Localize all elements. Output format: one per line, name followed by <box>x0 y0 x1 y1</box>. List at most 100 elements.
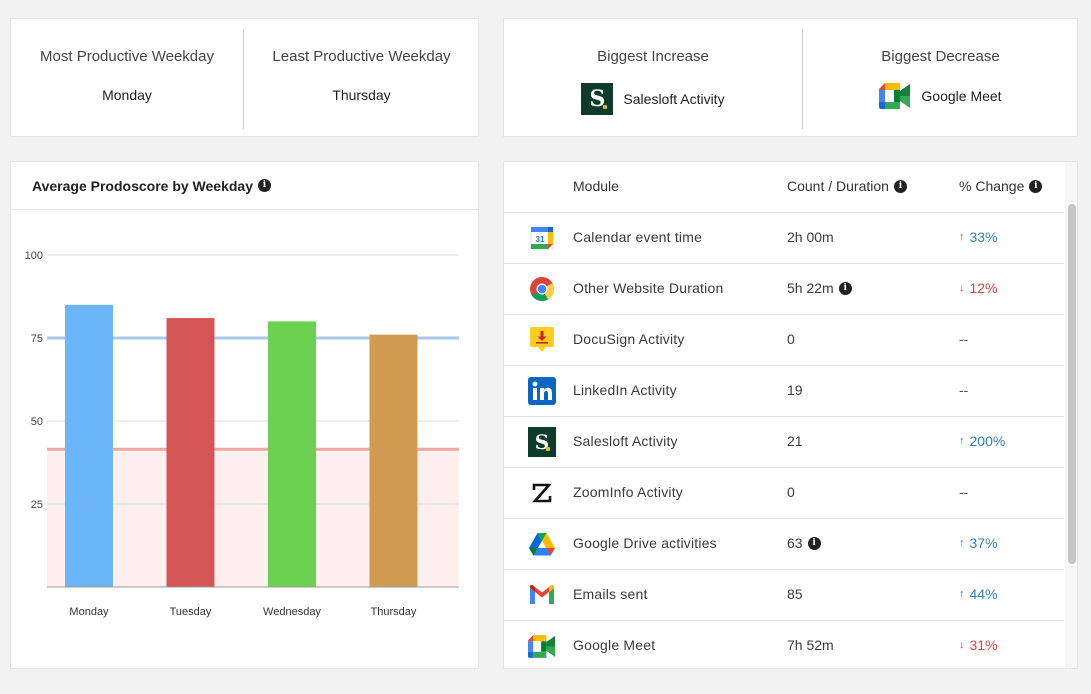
salesloft-icon: S <box>581 83 614 115</box>
percent-change: ↑ 33% <box>959 229 998 245</box>
y-tick-label: 25 <box>31 499 43 511</box>
count-duration: 2h 00m <box>787 229 834 245</box>
arrow-down-icon: ↓ <box>959 282 965 294</box>
count-duration: 0 <box>787 484 795 500</box>
chrome-icon <box>528 275 556 303</box>
count-duration-value: 19 <box>787 382 803 398</box>
table-row[interactable]: Google Meet 7h 52m ↓ 31% <box>504 621 1064 668</box>
info-icon[interactable]: i <box>1029 179 1043 193</box>
least-productive-label: Least Productive Weekday <box>272 48 451 65</box>
bar-monday <box>65 304 113 587</box>
percent-change: ↓ 31% <box>959 637 998 653</box>
info-icon[interactable]: i <box>258 179 271 192</box>
biggest-increase-label: Biggest Increase <box>597 48 709 65</box>
count-duration-value: 0 <box>787 484 795 500</box>
percent-change-value: 31% <box>969 637 998 653</box>
chart-title: Average Prodoscore by Weekday <box>32 177 253 194</box>
gmail-icon <box>528 581 556 609</box>
percent-change-value: -- <box>959 331 969 347</box>
y-tick-label: 100 <box>25 250 43 262</box>
table-row[interactable]: Emails sent 85 ↑ 44% <box>504 570 1064 621</box>
count-duration: 7h 52m <box>787 637 834 653</box>
percent-change: -- <box>959 484 968 500</box>
x-tick-label: Wednesday <box>263 606 321 618</box>
percent-change: -- <box>959 382 968 398</box>
info-icon[interactable]: i <box>838 281 852 295</box>
arrow-up-icon: ↑ <box>959 231 965 243</box>
module-name: LinkedIn Activity <box>573 382 677 398</box>
x-tick-label: Monday <box>69 606 109 618</box>
count-duration: 5h 22m i <box>787 280 852 296</box>
google-meet-icon <box>879 83 911 109</box>
percent-change: ↓ 12% <box>959 280 998 296</box>
x-tick-label: Thursday <box>371 606 417 618</box>
biggest-increase-app: S Salesloft Activity <box>504 83 802 115</box>
count-duration: 19 <box>787 382 803 398</box>
linkedin-icon <box>528 377 556 405</box>
prodoscore-bar-chart: 25 50 75 100 Monday Tuesday Wednesday Thursday <box>25 250 459 618</box>
info-icon[interactable]: i <box>893 179 907 193</box>
percent-change-value: 33% <box>969 229 998 245</box>
count-duration: 21 <box>787 433 803 449</box>
percent-change-value: 12% <box>969 280 998 296</box>
y-tick-label: 75 <box>31 333 43 345</box>
module-name: Google Meet <box>573 637 656 653</box>
most-productive-value: Monday <box>102 87 152 103</box>
arrow-up-icon: ↑ <box>959 435 965 447</box>
column-header-count-label: Count / Duration <box>787 178 889 194</box>
count-duration-value: 2h 00m <box>787 229 834 245</box>
biggest-increase: Biggest Increase S Salesloft Activity <box>504 19 802 136</box>
svg-text:31: 31 <box>536 235 545 244</box>
percent-change-value: 44% <box>969 586 998 602</box>
info-icon[interactable]: i <box>807 536 821 550</box>
bar-wednesday <box>268 321 316 587</box>
count-duration-value: 85 <box>787 586 803 602</box>
table-row[interactable]: LinkedIn Activity 19 -- <box>504 366 1064 417</box>
table-row[interactable]: S Salesloft Activity 21 ↑ 200% <box>504 417 1064 468</box>
biggest-decrease-app-name: Google Meet <box>921 88 1002 104</box>
bar-thursday <box>369 334 418 587</box>
count-duration-value: 7h 52m <box>787 637 834 653</box>
scrollbar-thumb[interactable] <box>1068 204 1076 564</box>
module-name: ZoomInfo Activity <box>573 484 683 500</box>
bar-tuesday <box>166 318 215 587</box>
column-header-module-label: Module <box>573 178 619 194</box>
least-productive-value: Thursday <box>332 87 391 103</box>
table-row[interactable]: ZoomInfo Activity 0 -- <box>504 468 1064 519</box>
most-productive-label: Most Productive Weekday <box>40 48 214 65</box>
module-name: Calendar event time <box>573 229 703 245</box>
biggest-increase-app-name: Salesloft Activity <box>623 91 725 107</box>
change-stats-card: Biggest Increase S Salesloft Activity Bi… <box>503 18 1078 137</box>
table-row[interactable]: Other Website Duration 5h 22m i ↓ 12% <box>504 264 1064 315</box>
count-duration: 0 <box>787 331 795 347</box>
y-tick-label: 50 <box>31 416 43 428</box>
module-table-card: Module Count / Duration i % Change i 31 Cal… <box>503 161 1078 669</box>
zoominfo-icon <box>528 479 556 507</box>
biggest-decrease-label: Biggest Decrease <box>881 48 1000 65</box>
table-row[interactable]: DocuSign Activity 0 -- <box>504 315 1064 366</box>
count-duration-value: 0 <box>787 331 795 347</box>
percent-change: ↑ 200% <box>959 433 1005 449</box>
prodoscore-chart-card: Average Prodoscore by Weekday i 25 50 75 10… <box>10 161 479 669</box>
chart-header: Average Prodoscore by Weekday i <box>11 162 478 210</box>
google-meet-icon <box>528 632 556 660</box>
count-duration-value: 5h 22m <box>787 280 834 296</box>
module-name: DocuSign Activity <box>573 331 685 347</box>
table-row[interactable]: 31 Calendar event time 2h 00m ↑ 33% <box>504 213 1064 264</box>
arrow-down-icon: ↓ <box>959 639 965 651</box>
count-duration: 85 <box>787 586 803 602</box>
x-tick-label: Tuesday <box>170 606 212 618</box>
calendar-icon: 31 <box>528 224 556 252</box>
percent-change-value: -- <box>959 484 969 500</box>
arrow-up-icon: ↑ <box>959 537 965 549</box>
count-duration-value: 63 <box>787 535 803 551</box>
column-header-change: % Change i <box>959 178 1043 194</box>
table-header: Module Count / Duration i % Change i <box>504 162 1064 213</box>
count-duration: 63 i <box>787 535 821 551</box>
module-name: Google Drive activities <box>573 535 717 551</box>
module-name: Emails sent <box>573 586 648 602</box>
percent-change: ↑ 44% <box>959 586 998 602</box>
table-row[interactable]: Google Drive activities 63 i ↑ 37% <box>504 519 1064 570</box>
salesloft-icon: S <box>528 427 556 457</box>
least-productive-weekday: Least Productive Weekday Thursday <box>244 19 479 136</box>
